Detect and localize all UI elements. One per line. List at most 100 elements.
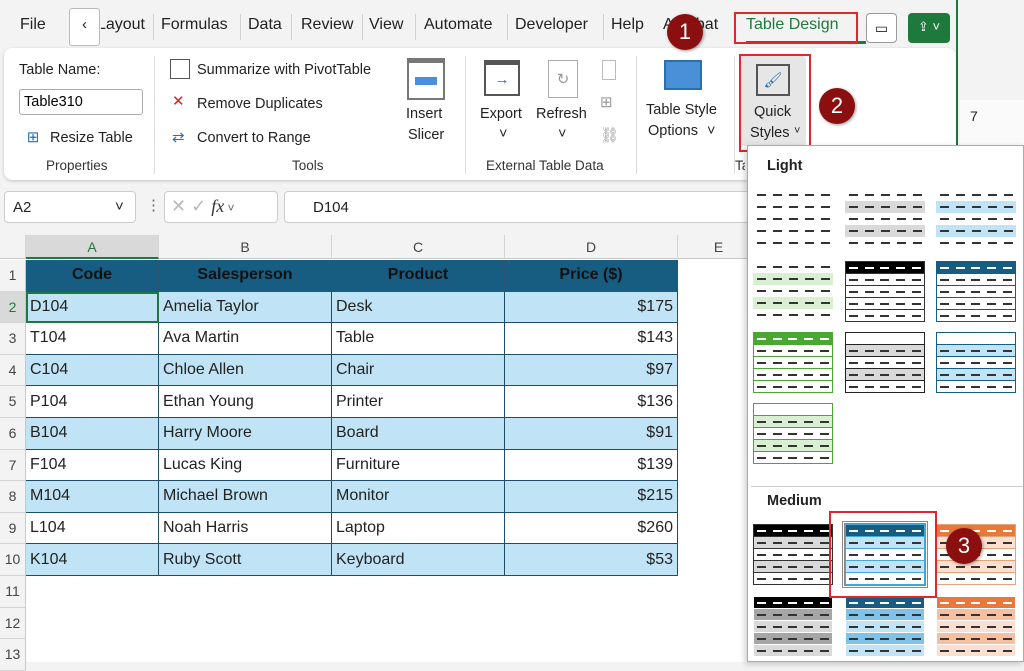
row-header[interactable]: 7 bbox=[0, 450, 26, 482]
table-style-thumbnail[interactable] bbox=[936, 596, 1016, 657]
table-name-input[interactable] bbox=[19, 89, 143, 115]
table-cell[interactable]: P104 bbox=[26, 386, 159, 418]
tab-review[interactable]: Review bbox=[301, 16, 353, 34]
table-cell[interactable]: M104 bbox=[26, 481, 159, 513]
divider bbox=[751, 486, 1023, 487]
row-header[interactable]: 6 bbox=[0, 418, 26, 450]
row-header[interactable]: 12 bbox=[0, 608, 26, 640]
column-header[interactable]: D bbox=[505, 235, 678, 259]
unlink-icon[interactable]: ⛓ bbox=[600, 126, 619, 144]
table-style-thumbnail[interactable] bbox=[753, 596, 833, 657]
comments-button[interactable]: ▭ bbox=[866, 13, 897, 43]
more-options-icon[interactable]: ⋮ bbox=[146, 196, 161, 214]
row-header[interactable]: 11 bbox=[0, 576, 26, 608]
table-cell[interactable]: $143 bbox=[505, 323, 678, 355]
table-style-thumbnail[interactable] bbox=[753, 189, 833, 250]
table-style-thumbnail[interactable] bbox=[936, 189, 1016, 250]
table-cell[interactable]: $215 bbox=[505, 481, 678, 513]
table-cell[interactable]: Lucas King bbox=[159, 450, 332, 482]
tab-view[interactable]: View bbox=[369, 16, 403, 34]
row-header[interactable]: 4 bbox=[0, 355, 26, 387]
tab-help[interactable]: Help bbox=[611, 16, 644, 34]
table-header-cell[interactable]: Code bbox=[26, 260, 159, 292]
column-header[interactable]: A bbox=[26, 235, 159, 259]
name-box[interactable]: A2˅ bbox=[4, 191, 136, 223]
table-style-thumbnail[interactable] bbox=[845, 261, 925, 322]
share-button[interactable]: ⇪ ˅ bbox=[908, 13, 950, 43]
row-header[interactable]: 8 bbox=[0, 481, 26, 513]
table-cell[interactable]: Noah Harris bbox=[159, 513, 332, 545]
table-style-options-icon bbox=[664, 60, 702, 90]
table-cell[interactable]: Michael Brown bbox=[159, 481, 332, 513]
highlight-box bbox=[739, 54, 811, 152]
table-cell[interactable]: $53 bbox=[505, 544, 678, 576]
table-cell[interactable]: Ethan Young bbox=[159, 386, 332, 418]
table-cell[interactable]: B104 bbox=[26, 418, 159, 450]
table-cell[interactable]: Keyboard bbox=[332, 544, 505, 576]
table-cell[interactable]: Amelia Taylor bbox=[159, 292, 332, 324]
column-header[interactable]: B bbox=[159, 235, 332, 259]
step-badge: 3 bbox=[946, 528, 982, 564]
table-cell[interactable]: Furniture bbox=[332, 450, 505, 482]
cancel-icon[interactable]: ✕ bbox=[171, 196, 186, 216]
table-header-cell[interactable]: Salesperson bbox=[159, 260, 332, 292]
table-cell[interactable]: $136 bbox=[505, 386, 678, 418]
table-cell[interactable]: Monitor bbox=[332, 481, 505, 513]
open-in-browser-icon[interactable]: ⊞ bbox=[600, 93, 613, 111]
tab-formulas[interactable]: Formulas bbox=[161, 16, 228, 34]
table-cell[interactable]: Chloe Allen bbox=[159, 355, 332, 387]
row-header[interactable]: 13 bbox=[0, 639, 26, 671]
table-cell[interactable]: T104 bbox=[26, 323, 159, 355]
formula-input[interactable]: D104 bbox=[284, 191, 754, 223]
step-badge: 1 bbox=[667, 14, 703, 50]
tab-developer[interactable]: Developer bbox=[515, 16, 588, 34]
table-style-thumbnail[interactable] bbox=[936, 261, 1016, 322]
enter-icon[interactable]: ✓ bbox=[191, 196, 206, 216]
table-cell[interactable]: Laptop bbox=[332, 513, 505, 545]
row-header[interactable]: 1 bbox=[0, 260, 26, 292]
table-header-cell[interactable]: Price ($) bbox=[505, 260, 678, 292]
table-cell[interactable]: $97 bbox=[505, 355, 678, 387]
table-cell[interactable]: F104 bbox=[26, 450, 159, 482]
column-header[interactable]: C bbox=[332, 235, 505, 259]
table-cell[interactable]: Ava Martin bbox=[159, 323, 332, 355]
table-cell[interactable]: Chair bbox=[332, 355, 505, 387]
table-style-thumbnail[interactable] bbox=[845, 596, 925, 657]
scroll-left-button[interactable]: ‹ bbox=[69, 8, 100, 46]
table-style-thumbnail[interactable] bbox=[845, 189, 925, 250]
table-cell[interactable]: Table bbox=[332, 323, 505, 355]
table-cell[interactable]: Printer bbox=[332, 386, 505, 418]
table-cell[interactable]: K104 bbox=[26, 544, 159, 576]
row-header[interactable]: 10 bbox=[0, 544, 26, 576]
tab-data[interactable]: Data bbox=[248, 16, 282, 34]
tab-file[interactable]: File bbox=[20, 16, 46, 34]
table-cell[interactable]: $91 bbox=[505, 418, 678, 450]
table-cell[interactable]: L104 bbox=[26, 513, 159, 545]
table-style-thumbnail[interactable] bbox=[753, 403, 833, 464]
table-cell[interactable]: Ruby Scott bbox=[159, 544, 332, 576]
select-all-corner[interactable] bbox=[0, 235, 26, 259]
table-style-thumbnail[interactable] bbox=[753, 524, 833, 585]
table-cell[interactable]: Desk bbox=[332, 292, 505, 324]
table-cell[interactable]: Board bbox=[332, 418, 505, 450]
row-header[interactable]: 2 bbox=[0, 292, 26, 324]
table-cell[interactable]: $260 bbox=[505, 513, 678, 545]
table-cell[interactable]: C104 bbox=[26, 355, 159, 387]
group-label-tools: Tools bbox=[292, 158, 324, 173]
refresh-icon: ↻ bbox=[548, 60, 578, 98]
row-header[interactable]: 3 bbox=[0, 323, 26, 355]
table-cell[interactable]: Harry Moore bbox=[159, 418, 332, 450]
table-style-thumbnail[interactable] bbox=[845, 332, 925, 393]
row-header[interactable]: 5 bbox=[0, 386, 26, 418]
table-style-thumbnail[interactable] bbox=[753, 332, 833, 393]
table-cell[interactable]: $139 bbox=[505, 450, 678, 482]
properties-icon[interactable] bbox=[602, 60, 616, 80]
table-style-thumbnail[interactable] bbox=[936, 332, 1016, 393]
tab-automate[interactable]: Automate bbox=[424, 16, 492, 34]
tab-page-layout[interactable]: Layout bbox=[101, 16, 145, 34]
table-style-thumbnail[interactable] bbox=[753, 261, 833, 322]
row-header[interactable]: 9 bbox=[0, 513, 26, 545]
table-header-cell[interactable]: Product bbox=[332, 260, 505, 292]
table-cell[interactable]: $175 bbox=[505, 292, 678, 324]
insert-function-button[interactable]: fx bbox=[211, 196, 224, 216]
